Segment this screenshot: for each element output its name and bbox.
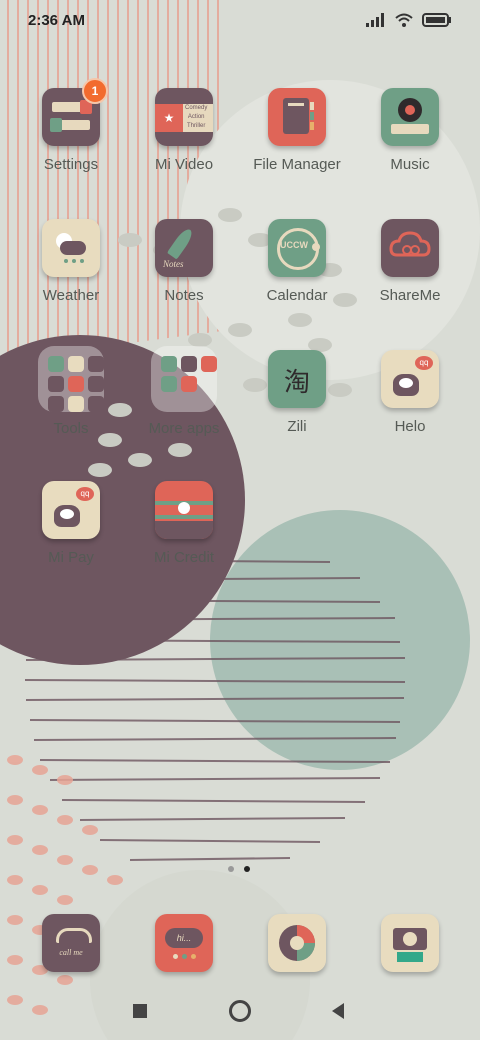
- home-button[interactable]: [229, 1000, 251, 1022]
- page-dot-active[interactable]: [244, 866, 250, 872]
- back-button[interactable]: [330, 1002, 346, 1020]
- app-mi-pay[interactable]: qq Mi Pay: [16, 481, 126, 566]
- app-zili[interactable]: 淘 Zili: [242, 350, 352, 435]
- weather-icon: [42, 219, 100, 277]
- browser-icon: [268, 914, 326, 972]
- app-label: More apps: [148, 420, 220, 437]
- app-music[interactable]: Music: [355, 88, 465, 173]
- app-label: File Manager: [253, 156, 341, 173]
- notes-icon: Notes: [155, 219, 213, 277]
- app-label: ShareMe: [379, 287, 441, 304]
- app-mi-credit[interactable]: Mi Credit: [129, 481, 239, 566]
- mipay-bubble: qq: [76, 487, 94, 501]
- calendar-icon: UCCW: [268, 219, 326, 277]
- wifi-icon: [395, 13, 413, 27]
- phone-text: call me: [59, 948, 83, 957]
- app-notes[interactable]: Notes Notes: [129, 219, 239, 304]
- video-icon: ★ Comedy Action Thriller: [155, 88, 213, 146]
- phone-icon: call me: [42, 914, 100, 972]
- mipay-icon: qq: [42, 481, 100, 539]
- app-label: Weather: [42, 287, 100, 304]
- file-manager-icon: [268, 88, 326, 146]
- status-bar: 2:36 AM: [0, 0, 480, 44]
- page-indicator: [228, 866, 250, 872]
- music-icon: [381, 88, 439, 146]
- messages-text: hi...: [165, 928, 203, 948]
- app-mi-video[interactable]: ★ Comedy Action Thriller Mi Video: [129, 88, 239, 173]
- status-time: 2:36 AM: [28, 12, 85, 29]
- app-shareme[interactable]: ShareMe: [355, 219, 465, 304]
- app-label: Mi Video: [154, 156, 214, 173]
- notes-text: Notes: [163, 259, 184, 269]
- zili-icon: 淘: [268, 350, 326, 408]
- zili-glyph: 淘: [283, 367, 310, 397]
- dock-camera[interactable]: [355, 914, 465, 972]
- app-more-apps-folder[interactable]: More apps: [129, 346, 239, 437]
- messages-icon: hi...: [155, 914, 213, 972]
- app-label: Settings: [43, 156, 99, 173]
- battery-icon: [422, 13, 451, 27]
- app-label: Tools: [53, 420, 89, 437]
- app-settings[interactable]: 1 Settings: [16, 78, 126, 173]
- app-tools-folder[interactable]: Tools: [16, 346, 126, 437]
- app-helo[interactable]: qq Helo: [355, 350, 465, 435]
- folder-icon: [151, 346, 217, 412]
- dock-browser[interactable]: [242, 914, 352, 972]
- app-weather[interactable]: Weather: [16, 219, 126, 304]
- notification-badge: 1: [82, 78, 108, 104]
- app-label: Zili: [287, 418, 307, 435]
- page-dot[interactable]: [228, 866, 234, 872]
- folder-icon: [38, 346, 104, 412]
- app-label: Helo: [394, 418, 426, 435]
- status-icons: [366, 12, 452, 28]
- recents-button[interactable]: [133, 1004, 147, 1018]
- camera-icon: [381, 914, 439, 972]
- video-line: Thriller: [187, 123, 206, 129]
- app-calendar[interactable]: UCCW Calendar: [242, 219, 352, 304]
- dock-messages[interactable]: hi...: [129, 914, 239, 972]
- micredit-icon: [155, 481, 213, 539]
- app-label: Mi Pay: [48, 549, 94, 566]
- helo-icon: qq: [381, 350, 439, 408]
- app-file-manager[interactable]: File Manager: [242, 88, 352, 173]
- app-label: Mi Credit: [153, 549, 214, 566]
- video-line: Comedy: [185, 105, 208, 111]
- helo-bubble: qq: [415, 356, 433, 370]
- dock-phone[interactable]: call me: [16, 914, 126, 972]
- shareme-icon: [381, 219, 439, 277]
- app-label: Music: [390, 156, 430, 173]
- video-line: Action: [187, 114, 205, 120]
- app-label: Calendar: [266, 287, 328, 304]
- calendar-text: UCCW: [280, 240, 308, 250]
- app-label: Notes: [164, 287, 204, 304]
- navigation-bar: [0, 980, 480, 1040]
- signal-icon: [366, 13, 384, 27]
